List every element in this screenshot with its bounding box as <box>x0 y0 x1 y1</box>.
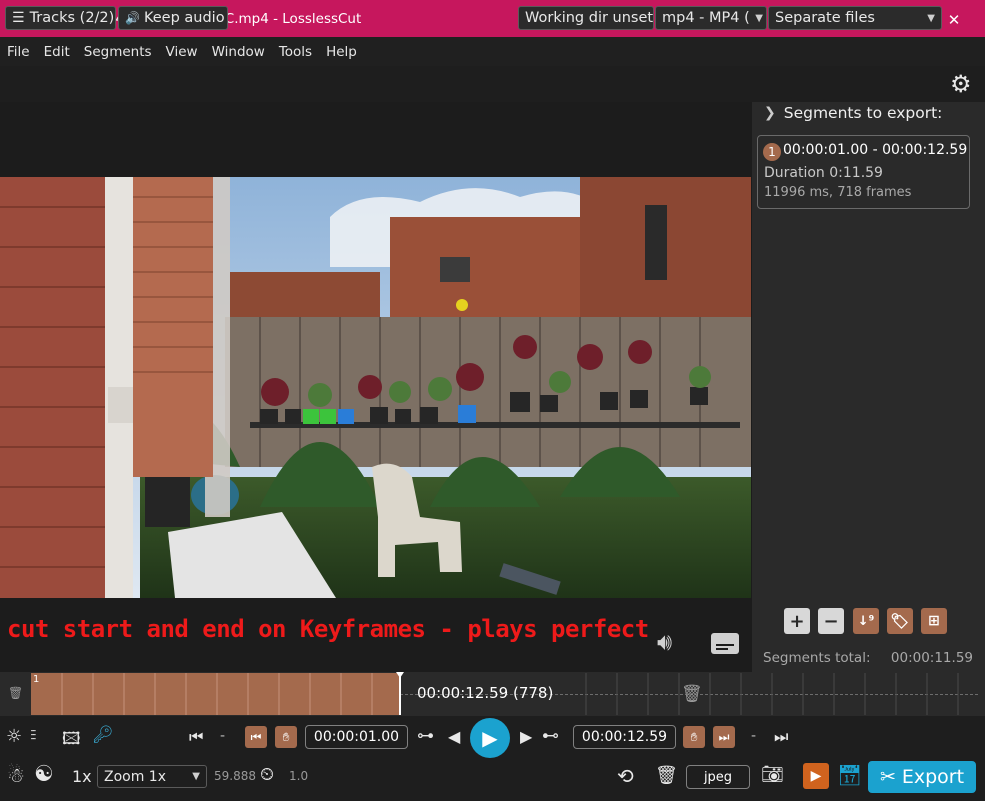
segments-header[interactable]: ❯ Segments to export: <box>764 104 942 122</box>
working-dir-button[interactable]: Working dir unset <box>518 6 654 30</box>
jump-end-icon[interactable]: ⏭︎ <box>774 727 788 747</box>
keep-audio-label: Keep audio <box>143 10 225 26</box>
calendar-icon[interactable]: 📅︎ <box>837 763 862 787</box>
menu-help[interactable]: Help <box>319 44 364 60</box>
separator-dash: - <box>751 728 757 744</box>
trash-icon[interactable]: 🗑︎ <box>681 684 703 704</box>
playback-rate-label: 1.0 <box>289 769 309 783</box>
segment-duration: Duration 0:11.59 <box>764 165 883 181</box>
jump-segment-end-button[interactable]: ⏭︎ <box>713 726 735 748</box>
sort-segments-icon[interactable]: ↓⁹ <box>853 608 879 634</box>
playhead-marker <box>396 672 404 678</box>
tracks-button[interactable]: ☰ Tracks (2/2) <box>5 6 116 30</box>
video-frame[interactable] <box>0 177 751 598</box>
play-button[interactable]: ▶ <box>470 718 510 758</box>
segments-total-value: 00:00:11.59 <box>890 650 973 666</box>
cut-start-time-input[interactable]: 00:00:01.00 <box>305 725 408 749</box>
next-frame-icon[interactable]: ▶ <box>520 727 532 746</box>
camera-icon[interactable]: 📷︎ <box>761 764 784 785</box>
chevron-down-icon: ▼ <box>192 771 200 782</box>
prev-frame-icon[interactable]: ◀ <box>448 727 460 746</box>
speaker-icon: 🔊 <box>125 11 140 25</box>
timeline-segment[interactable]: 1 <box>31 673 400 715</box>
separator-dash: - <box>220 728 226 744</box>
menu-file[interactable]: File <box>0 44 37 60</box>
volume-icon[interactable]: 🔊︎ <box>657 628 672 656</box>
cut-end-time-input[interactable]: 00:00:12.59 <box>573 725 676 749</box>
segments-total: Segments total: 00:00:11.59 <box>763 650 973 666</box>
chevron-down-icon: ▼ <box>927 12 935 24</box>
zoom-value: Zoom 1x <box>104 768 167 785</box>
person-icon[interactable]: ☃ <box>7 763 25 787</box>
thumbnails-icon[interactable]: 🖾 <box>62 726 81 755</box>
gauge-icon[interactable]: ⏲ <box>260 764 274 785</box>
tag-icon[interactable]: 🏷︎ <box>887 608 913 634</box>
next-keyframe-icon[interactable]: ⊷ <box>542 726 559 746</box>
set-cut-end-button[interactable]: ✋︎ <box>683 726 705 748</box>
waveform-icon[interactable]: ⫶⫶⫶ <box>30 728 36 744</box>
remove-segment-button[interactable]: − <box>818 608 844 634</box>
scissors-icon: ✂ <box>879 766 896 788</box>
segment-number: 1 <box>763 143 781 161</box>
speed-label: 1x <box>72 767 92 786</box>
trash-icon[interactable]: 🗑︎ <box>8 686 23 700</box>
yin-yang-icon[interactable]: ☯ <box>34 762 54 787</box>
prev-keyframe-icon[interactable]: ⊶ <box>417 726 434 746</box>
subtitles-icon[interactable] <box>711 633 739 654</box>
timeline-current-time: 00:00:12.59 (778) <box>417 684 554 702</box>
list-icon: ☰ <box>12 10 25 26</box>
toolbar <box>0 66 985 102</box>
menu-tools[interactable]: Tools <box>272 44 319 60</box>
chevron-down-icon: ▼ <box>755 12 763 24</box>
menu-window[interactable]: Window <box>205 44 272 60</box>
menu-edit[interactable]: Edit <box>37 44 77 60</box>
play-segments-button[interactable]: ▶ <box>803 763 829 789</box>
output-mode-value: Separate files <box>775 10 875 26</box>
brightness-icon[interactable]: ☼ <box>6 726 22 747</box>
chevron-right-icon: ❯ <box>764 105 776 121</box>
segments-header-label: Segments to export: <box>783 104 943 122</box>
export-button[interactable]: ✂ Export <box>868 761 976 793</box>
menu-segments[interactable]: Segments <box>77 44 159 60</box>
segment-detail: 11996 ms, 718 frames <box>764 185 912 200</box>
key-icon[interactable]: 🔑︎ <box>92 725 114 745</box>
zoom-select[interactable]: Zoom 1x ▼ <box>97 765 207 788</box>
jump-segment-start-button[interactable]: ⏮︎ <box>245 726 267 748</box>
playhead[interactable] <box>399 673 401 715</box>
menu-bar: File Edit Segments View Window Tools Hel… <box>0 37 985 66</box>
split-icon[interactable]: ⊞ <box>921 608 947 634</box>
rotate-icon[interactable]: ⟲ <box>617 764 634 788</box>
export-label: Export <box>901 766 965 788</box>
fps-label: 59.888 <box>214 769 256 783</box>
tracks-label: Tracks (2/2) <box>29 10 115 26</box>
menu-view[interactable]: View <box>159 44 205 60</box>
add-segment-button[interactable]: + <box>784 608 810 634</box>
keep-audio-button[interactable]: 🔊 Keep audio <box>118 6 228 30</box>
jump-start-icon[interactable]: ⏮︎ <box>189 727 203 747</box>
overlay-caption: cut start and end on Keyframes - plays p… <box>7 615 649 643</box>
gear-icon[interactable]: ⚙ <box>950 70 972 98</box>
format-select[interactable]: mp4 - MP4 (M ▼ <box>655 6 767 30</box>
segment-time-range: 00:00:01.00 - 00:00:12.59 <box>783 142 968 158</box>
set-cut-start-button[interactable]: ✋︎ <box>275 726 297 748</box>
output-mode-select[interactable]: Separate files ▼ <box>768 6 942 30</box>
capture-format-button[interactable]: jpeg <box>686 765 750 789</box>
segments-total-label: Segments total: <box>763 650 871 666</box>
format-value: mp4 - MP4 (M <box>662 10 750 26</box>
trash-icon[interactable]: 🗑︎ <box>655 765 678 786</box>
